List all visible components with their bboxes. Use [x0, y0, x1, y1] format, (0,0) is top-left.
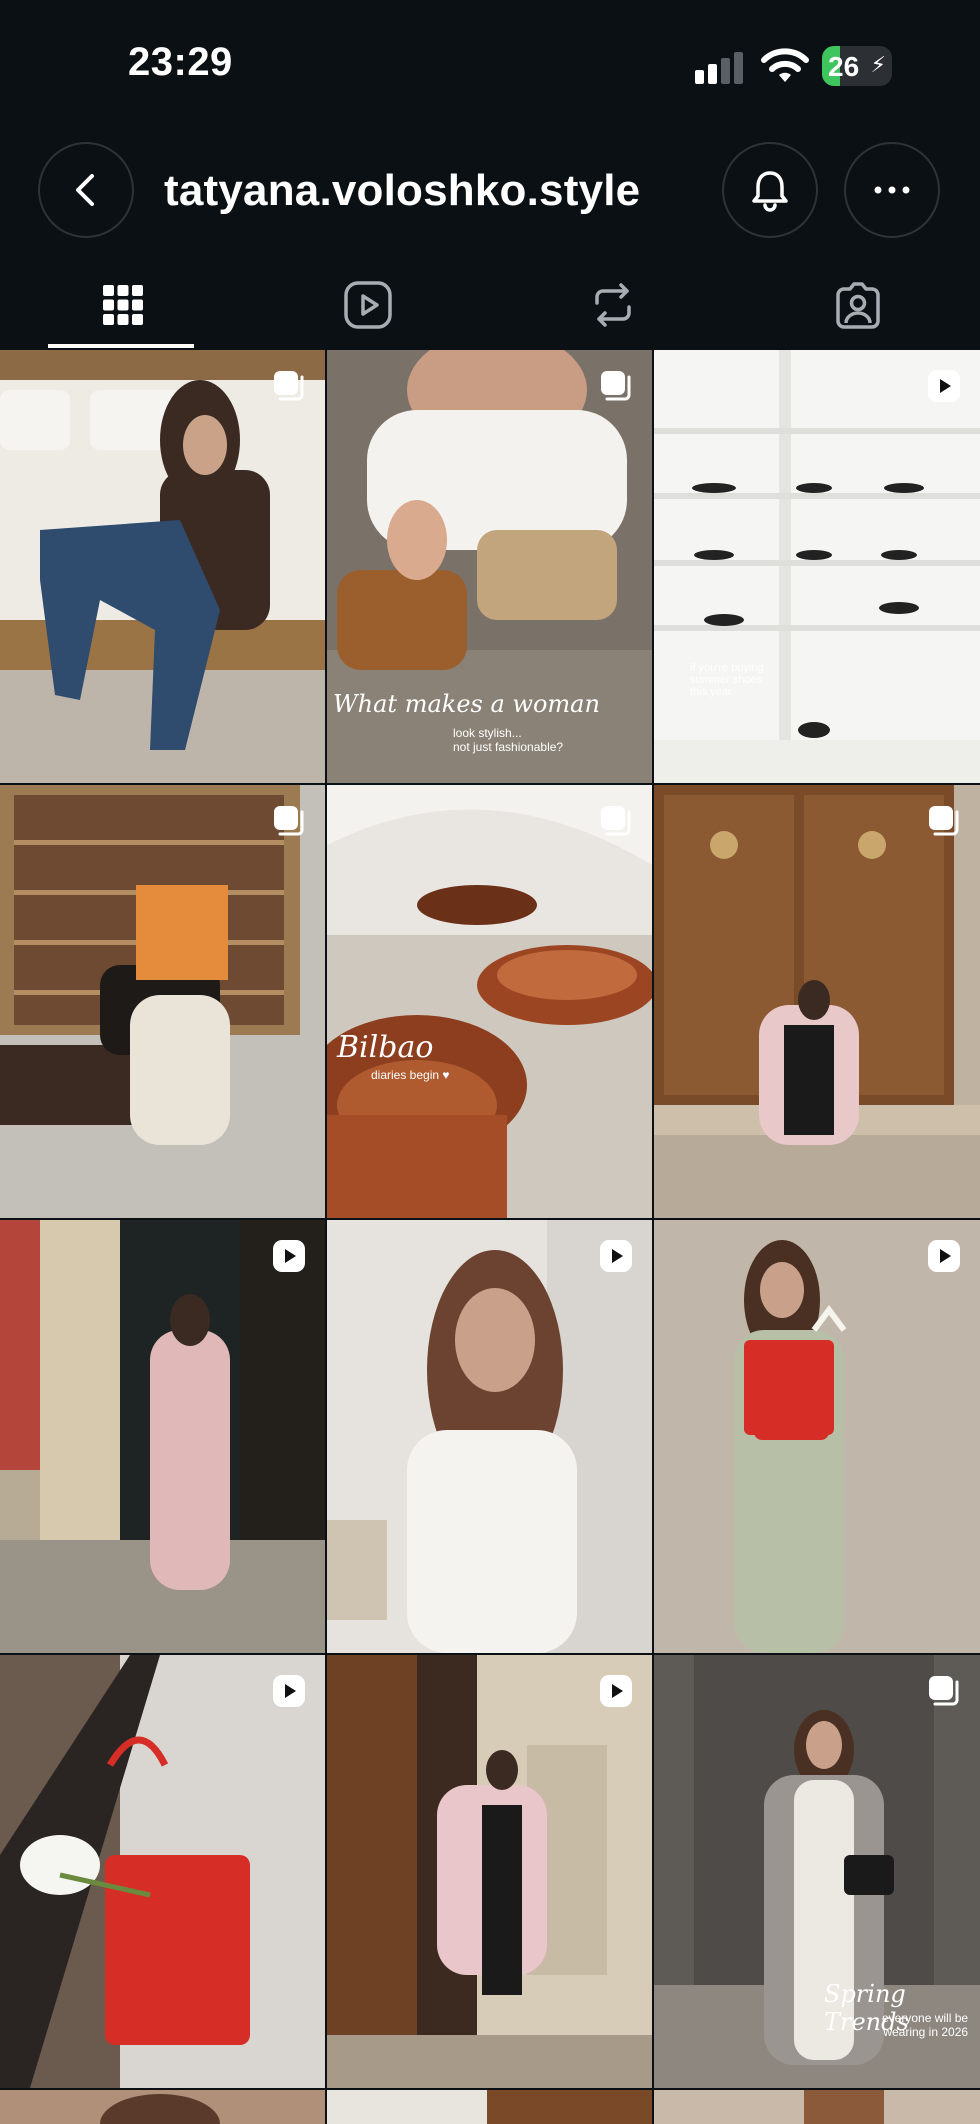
reel-icon — [928, 370, 960, 402]
post-image — [0, 2090, 325, 2124]
charging-bolt-icon: ⚡ — [870, 52, 886, 77]
carousel-icon — [274, 806, 304, 836]
reel-icon — [600, 1240, 632, 1272]
post-image — [327, 785, 652, 1218]
carousel-icon — [929, 1676, 959, 1706]
post-caption-small: diaries begin ♥ — [371, 1068, 450, 1082]
bell-icon — [752, 171, 788, 212]
post-image — [327, 350, 652, 783]
post-thumbnail[interactable]: What makes a woman look stylish... not j… — [327, 350, 652, 783]
post-thumbnail[interactable]: Spring Trends everyone will be wearing i… — [654, 1655, 980, 2088]
grid-icon — [102, 285, 143, 325]
post-thumbnail[interactable] — [654, 2090, 980, 2124]
post-image — [0, 785, 325, 1218]
post-thumbnail[interactable] — [654, 1220, 980, 1653]
carousel-icon — [601, 371, 631, 401]
status-bar: 23:29 26 ⚡ — [0, 0, 980, 130]
post-image — [327, 1220, 652, 1653]
profile-username: tatyana.voloshko.style — [164, 166, 641, 215]
post-image — [327, 1655, 652, 2088]
post-caption-script: What makes a woman — [333, 690, 600, 718]
chevron-left-icon — [76, 174, 94, 206]
post-caption-small: if you're buying summer shoes this year — [690, 662, 764, 698]
post-thumbnail[interactable] — [0, 1655, 325, 2088]
reel-icon — [928, 1240, 960, 1272]
post-image — [654, 1220, 980, 1653]
post-image — [0, 1220, 325, 1653]
post-thumbnail[interactable]: Bilbao diaries begin ♥ — [327, 785, 652, 1218]
cellular-signal-icon — [695, 52, 743, 84]
battery-level: 26 — [828, 51, 860, 82]
post-thumbnail[interactable] — [327, 1220, 652, 1653]
carousel-icon — [929, 806, 959, 836]
back-button[interactable] — [38, 142, 134, 238]
status-time: 23:29 — [128, 40, 233, 84]
ellipsis-icon — [874, 186, 910, 194]
post-caption-script: Bilbao — [337, 1030, 434, 1065]
post-caption-small: everyone will be wearing in 2026 — [882, 2011, 969, 2039]
notifications-button[interactable] — [722, 142, 818, 238]
tab-reels[interactable] — [245, 260, 490, 350]
post-thumbnail[interactable] — [654, 785, 980, 1218]
wifi-icon — [761, 48, 809, 82]
post-image — [327, 2090, 652, 2124]
post-image — [0, 1655, 325, 2088]
profile-header: tatyana.voloshko.style — [0, 130, 980, 260]
carousel-icon — [601, 806, 631, 836]
post-thumbnail[interactable]: if you're buying summer shoes this year — [654, 350, 980, 783]
post-thumbnail[interactable] — [327, 1655, 652, 2088]
post-thumbnail[interactable] — [0, 350, 325, 783]
post-image — [654, 2090, 980, 2124]
tab-grid[interactable] — [0, 260, 245, 350]
profile-tabs — [0, 260, 980, 350]
repost-icon — [594, 283, 631, 327]
tab-tagged[interactable] — [735, 260, 980, 350]
post-thumbnail[interactable] — [0, 785, 325, 1218]
post-image — [0, 350, 325, 783]
carousel-icon — [274, 371, 304, 401]
tab-reposts[interactable] — [490, 260, 735, 350]
post-image — [654, 350, 980, 783]
post-thumbnail[interactable] — [0, 1220, 325, 1653]
post-caption-small: look stylish... not just fashionable? — [453, 726, 564, 754]
active-tab-indicator — [48, 344, 194, 348]
more-options-button[interactable] — [844, 142, 940, 238]
reel-icon — [273, 1240, 305, 1272]
reels-icon — [343, 281, 392, 329]
reel-icon — [273, 1675, 305, 1707]
post-thumbnail[interactable] — [327, 2090, 652, 2124]
battery-indicator: 26 ⚡ — [822, 46, 892, 86]
post-image — [654, 785, 980, 1218]
tagged-person-icon — [835, 282, 880, 329]
reel-icon — [600, 1675, 632, 1707]
post-thumbnail[interactable] — [0, 2090, 325, 2124]
